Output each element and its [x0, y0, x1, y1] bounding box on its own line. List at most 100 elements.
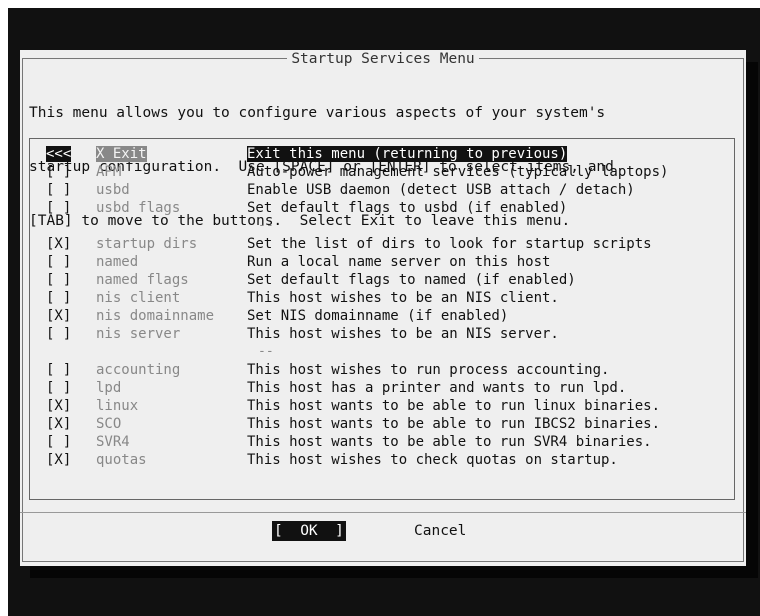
- checkbox-mark: [ ]: [46, 272, 72, 288]
- checkbox[interactable]: [ ]: [46, 361, 86, 379]
- list-item[interactable]: [ ] usbd Enable USB daemon (detect USB att…: [30, 181, 732, 199]
- checkbox[interactable]: [X]: [46, 397, 86, 415]
- checkbox[interactable]: [ ]: [46, 163, 86, 181]
- list-item[interactable]: [ ] nis server This host wishes to be an N…: [30, 325, 732, 343]
- checkbox-mark: [ ]: [46, 380, 72, 396]
- item-description-text: Exit this menu (returning to previous): [247, 146, 568, 162]
- checkbox-mark: [ ]: [46, 362, 72, 378]
- item-name: X Exit: [96, 145, 236, 163]
- item-description: Set NIS domainname (if enabled): [247, 307, 508, 325]
- checkbox[interactable]: [ ]: [46, 325, 86, 343]
- item-description-text: This host wishes to check quotas on star…: [247, 452, 618, 468]
- checkbox-mark: [ ]: [46, 182, 72, 198]
- item-description: This host wishes to check quotas on star…: [247, 451, 618, 469]
- services-checklist[interactable]: <<< X Exit Exit this menu (returning to pr…: [29, 138, 735, 500]
- button-divider: [20, 512, 746, 513]
- list-item[interactable]: [ ] named flags Set default flags to named…: [30, 271, 732, 289]
- dialog-title: Startup Services Menu: [287, 51, 479, 67]
- item-description-text: This host has a printer and wants to run…: [247, 380, 627, 396]
- ok-button[interactable]: [ OK ]: [272, 521, 346, 541]
- item-description: This host wants to be able to run IBCS2 …: [247, 415, 660, 433]
- checkbox[interactable]: [ ]: [46, 271, 86, 289]
- item-description-text: Enable USB daemon (detect USB attach / d…: [247, 182, 635, 198]
- item-name: SVR4: [96, 433, 236, 451]
- checkbox[interactable]: [ ]: [46, 199, 86, 217]
- list-item[interactable]: [ ] SVR4 This host wants to be able to run…: [30, 433, 732, 451]
- list-item[interactable]: [ ] named Run a local name server on this …: [30, 253, 732, 271]
- item-description: Run a local name server on this host: [247, 253, 550, 271]
- list-item[interactable]: [ ] lpd This host has a printer and wants …: [30, 379, 732, 397]
- checkbox[interactable]: [X]: [46, 415, 86, 433]
- item-name: usbd flags: [96, 199, 236, 217]
- item-name-text: lpd: [96, 380, 122, 396]
- list-item[interactable]: [ ] usbd flags Set default flags to usbd (…: [30, 199, 732, 217]
- item-description-text: Set default flags to named (if enabled): [247, 272, 576, 288]
- item-description: Enable USB daemon (detect USB attach / d…: [247, 181, 635, 199]
- item-name: nis domainname: [96, 307, 236, 325]
- checkbox[interactable]: [ ]: [46, 433, 86, 451]
- startup-services-dialog: Startup Services Menu This menu allows y…: [20, 50, 746, 566]
- list-item[interactable]: <<< X Exit Exit this menu (returning to pr…: [30, 145, 732, 163]
- checkbox[interactable]: [ ]: [46, 379, 86, 397]
- item-description-text: This host wishes to be an NIS server.: [247, 326, 559, 342]
- item-name: linux: [96, 397, 236, 415]
- checkbox[interactable]: [ ]: [46, 289, 86, 307]
- item-description-text: This host wishes to be an NIS client.: [247, 290, 559, 306]
- checkbox[interactable]: [X]: [46, 451, 86, 469]
- separator-text: --: [258, 344, 274, 359]
- cancel-button[interactable]: Cancel: [414, 521, 466, 541]
- list-item[interactable]: [X] startup dirs Set the list of dirs to l…: [30, 235, 732, 253]
- item-name-text: usbd flags: [96, 200, 181, 216]
- checkbox[interactable]: [ ]: [46, 253, 86, 271]
- item-name: SCO: [96, 415, 236, 433]
- item-name-text: usbd: [96, 182, 130, 198]
- selection-cursor[interactable]: <<<: [46, 145, 86, 163]
- item-description-text: Run a local name server on this host: [247, 254, 551, 270]
- item-description-text: Set the list of dirs to look for startup…: [247, 236, 652, 252]
- list-item[interactable]: [ ] nis client This host wishes to be an N…: [30, 289, 732, 307]
- checkbox-mark: [X]: [46, 236, 72, 252]
- item-name-text: nis server: [96, 326, 181, 342]
- list-item[interactable]: [X] SCO This host wants to be able to run …: [30, 415, 732, 433]
- checkbox[interactable]: [X]: [46, 235, 86, 253]
- item-name: named: [96, 253, 236, 271]
- item-description-text: Set NIS domainname (if enabled): [247, 308, 509, 324]
- item-description-text: Set default flags to usbd (if enabled): [247, 200, 568, 216]
- item-description: Set default flags to named (if enabled): [247, 271, 576, 289]
- dialog-title-bar: Startup Services Menu: [20, 50, 746, 68]
- item-description: Set the list of dirs to look for startup…: [247, 235, 652, 253]
- checkbox-mark: [ ]: [46, 434, 72, 450]
- item-name-text: SVR4: [96, 434, 130, 450]
- item-name: startup dirs: [96, 235, 236, 253]
- item-name: usbd: [96, 181, 236, 199]
- item-description: This host wants to be able to run linux …: [247, 397, 660, 415]
- item-name-text: SCO: [96, 416, 122, 432]
- list-item[interactable]: [ ] accounting This host wishes to run pro…: [30, 361, 732, 379]
- button-bar: [ OK ] Cancel: [20, 520, 746, 542]
- checkbox-mark: [ ]: [46, 254, 72, 270]
- list-item[interactable]: [ ] APM Auto-power management services (ty…: [30, 163, 732, 181]
- item-description-text: This host wants to be able to run SVR4 b…: [247, 434, 652, 450]
- list-item[interactable]: [X] nis domainname Set NIS domainname (if …: [30, 307, 732, 325]
- item-description: This host wants to be able to run SVR4 b…: [247, 433, 652, 451]
- item-name: quotas: [96, 451, 236, 469]
- checkbox-mark: [X]: [46, 452, 72, 468]
- item-description-text: This host wants to be able to run linux …: [247, 398, 661, 414]
- item-description: Set default flags to usbd (if enabled): [247, 199, 567, 217]
- item-description: Auto-power management services (typicall…: [247, 163, 668, 181]
- checkbox-mark: [X]: [46, 416, 72, 432]
- checkbox-mark: [ ]: [46, 200, 72, 216]
- checkbox[interactable]: [ ]: [46, 181, 86, 199]
- list-item[interactable]: [X] linux This host wants to be able to ru…: [30, 397, 732, 415]
- item-name: accounting: [96, 361, 236, 379]
- item-name-text: nis client: [96, 290, 181, 306]
- checkbox-mark: [ ]: [46, 326, 72, 342]
- item-name-text: linux: [96, 398, 139, 414]
- list-item[interactable]: [X] quotas This host wishes to check quota…: [30, 451, 732, 469]
- item-description: This host has a printer and wants to run…: [247, 379, 626, 397]
- checkbox[interactable]: [X]: [46, 307, 86, 325]
- list-separator: --: [30, 217, 732, 235]
- item-description-text: This host wishes to run process accounti…: [247, 362, 610, 378]
- checkbox-mark: [ ]: [46, 290, 72, 306]
- item-name: APM: [96, 163, 236, 181]
